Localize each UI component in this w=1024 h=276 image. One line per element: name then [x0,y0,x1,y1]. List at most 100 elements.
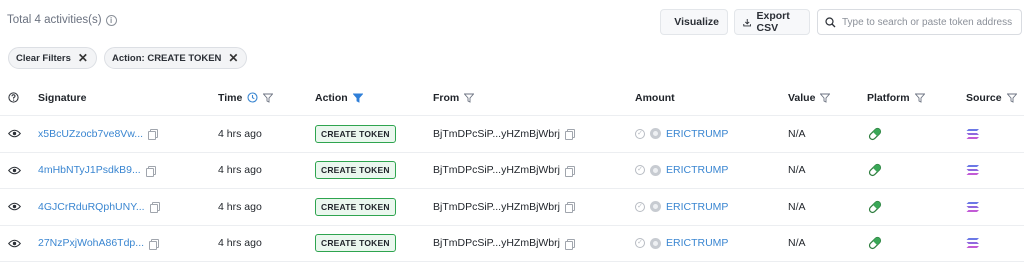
signature-link[interactable]: 4mHbNTyJ1PsdkB9... [38,164,141,176]
help-header [8,80,19,115]
value-text: N/A [788,237,806,250]
table-row: x5BcUZzocb7ve8Vw... 4 hrs ago CREATE TOK… [0,116,1024,153]
copy-icon[interactable] [149,238,160,250]
visualize-button[interactable]: Visualize [660,9,728,35]
eye-icon[interactable] [8,202,21,211]
time-cell: 4 hrs ago [218,153,262,189]
copy-icon[interactable] [564,165,575,177]
search-box[interactable] [817,9,1022,35]
question-circle-icon[interactable] [8,92,19,103]
action-badge: CREATE TOKEN [315,197,396,216]
pill-icon[interactable] [867,162,883,178]
from-address[interactable]: BjTmDPcSiP...yHZmBjWbrj [433,164,560,176]
from-address[interactable]: BjTmDPcSiP...yHZmBjWbrj [433,128,560,140]
copy-icon[interactable] [148,129,159,141]
amount-cell: ✓ ERICTRUMP [635,189,728,225]
time-text: 4 hrs ago [218,164,262,177]
column-value: Value [788,80,831,115]
eye-icon[interactable] [8,129,21,138]
from-cell: BjTmDPcSiP...yHZmBjWbrj [433,226,575,262]
total-text: Total 4 activities(s) [7,14,102,26]
pill-icon[interactable] [867,126,883,142]
eye-icon[interactable] [8,239,21,248]
source-cell [966,116,980,152]
signature-link[interactable]: 4GJCrRduRQphUNY... [38,201,145,213]
pill-icon[interactable] [867,199,883,215]
solana-icon[interactable] [966,128,980,140]
token-icon [650,164,661,176]
signature-cell: 4GJCrRduRQphUNY... [38,189,160,225]
from-cell: BjTmDPcSiP...yHZmBjWbrj [433,153,575,189]
funnel-icon[interactable] [914,93,925,103]
column-time: Time [218,80,274,115]
funnel-icon[interactable] [820,93,831,103]
search-input[interactable] [842,16,1012,28]
token-icon [650,128,661,140]
amount-cell: ✓ ERICTRUMP [635,153,728,189]
copy-icon[interactable] [564,202,575,214]
eye-icon[interactable] [8,166,21,175]
platform-header-label: Platform [867,91,910,104]
token-link[interactable]: ERICTRUMP [666,128,728,140]
pill-icon[interactable] [867,235,883,251]
total-count: Total 4 activities(s) i [7,14,117,26]
time-text: 4 hrs ago [218,237,262,250]
signature-cell: 4mHbNTyJ1PsdkB9... [38,153,156,189]
token-link[interactable]: ERICTRUMP [666,164,728,176]
from-address[interactable]: BjTmDPcSiP...yHZmBjWbrj [433,201,560,213]
amount-header-label: Amount [635,91,675,104]
solana-icon[interactable] [966,237,980,249]
column-action: Action [315,80,363,115]
check-circle-icon: ✓ [635,238,645,249]
table-header: Signature Time Action From Amount Value … [0,80,1024,116]
funnel-icon[interactable] [352,93,363,103]
funnel-icon[interactable] [1006,93,1017,103]
action-cell: CREATE TOKEN [315,226,396,262]
table-row: 4mHbNTyJ1PsdkB9... 4 hrs ago CREATE TOKE… [0,153,1024,189]
solana-icon[interactable] [966,201,980,213]
value-text: N/A [788,127,806,140]
time-cell: 4 hrs ago [218,189,262,225]
toolbar: Total 4 activities(s) i Visualize Export… [0,0,1024,44]
column-platform: Platform [867,80,925,115]
signature-cell: x5BcUZzocb7ve8Vw... [38,116,159,152]
check-circle-icon: ✓ [635,128,645,139]
visualize-label: Visualize [674,16,719,28]
copy-icon[interactable] [149,202,160,214]
from-cell: BjTmDPcSiP...yHZmBjWbrj [433,116,575,152]
close-icon[interactable]: ✕ [228,52,238,64]
token-link[interactable]: ERICTRUMP [666,237,728,249]
from-cell: BjTmDPcSiP...yHZmBjWbrj [433,189,575,225]
copy-icon[interactable] [564,129,575,141]
download-icon [743,18,752,26]
value-cell: N/A [788,226,806,262]
signature-cell: 27NzPxjWohA86Tdp... [38,226,160,262]
activities-table: Signature Time Action From Amount Value … [0,80,1024,262]
column-from: From [433,80,475,115]
signature-link[interactable]: 27NzPxjWohA86Tdp... [38,237,144,249]
action-filter-label: Action: CREATE TOKEN [111,52,222,64]
signature-link[interactable]: x5BcUZzocb7ve8Vw... [38,128,143,140]
token-link[interactable]: ERICTRUMP [666,201,728,213]
time-header-label: Time [218,91,243,104]
platform-cell [867,153,883,189]
solana-icon[interactable] [966,164,980,176]
value-cell: N/A [788,153,806,189]
from-address[interactable]: BjTmDPcSiP...yHZmBjWbrj [433,237,560,249]
copy-icon[interactable] [564,238,575,250]
action-badge: CREATE TOKEN [315,161,396,180]
action-header-label: Action [315,91,348,104]
check-circle-icon: ✓ [635,165,645,176]
clear-filters-chip[interactable]: Clear Filters ✕ [8,47,97,69]
info-icon[interactable]: i [105,14,117,26]
action-filter-chip[interactable]: Action: CREATE TOKEN ✕ [103,47,248,69]
copy-icon[interactable] [145,165,156,177]
clock-icon[interactable] [247,92,258,103]
close-icon[interactable]: ✕ [78,52,88,64]
platform-cell [867,226,883,262]
funnel-icon[interactable] [464,93,475,103]
funnel-icon[interactable] [263,93,274,103]
source-header-label: Source [966,91,1002,104]
view-cell [8,226,21,262]
export-csv-button[interactable]: Export CSV [734,9,810,35]
